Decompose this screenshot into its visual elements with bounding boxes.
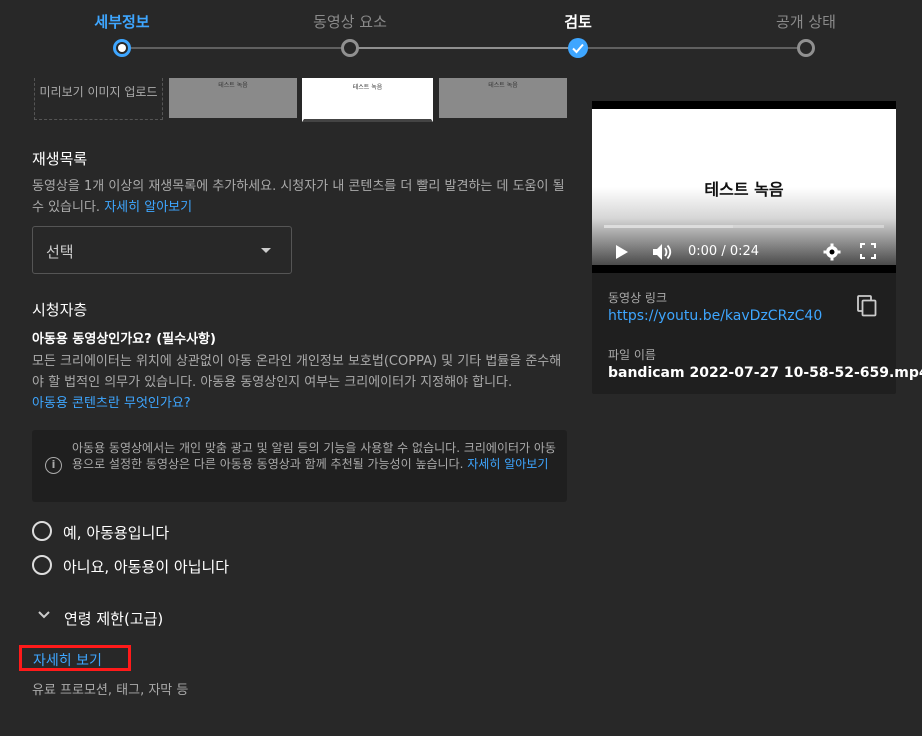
step-video-elements-dot: [341, 39, 359, 57]
radio-button-no[interactable]: [32, 555, 52, 575]
video-progress-bar[interactable]: [604, 225, 884, 228]
thumbnail-option[interactable]: 테스트 녹음: [169, 78, 297, 118]
info-icon: i: [45, 457, 62, 474]
step-visibility-dot: [797, 39, 815, 57]
video-link-label: 동영상 링크: [608, 291, 668, 305]
step-details-dot: [113, 39, 131, 57]
stepper-line: [578, 47, 806, 49]
playlist-select[interactable]: 선택: [32, 226, 292, 274]
made-for-kids-yes-label: 예, 아동용입니다: [63, 524, 170, 542]
step-checks[interactable]: 검토: [498, 0, 658, 58]
stepper-line: [122, 47, 350, 49]
thumbnail-option[interactable]: 테스트 녹음: [439, 78, 567, 118]
copy-icon[interactable]: [857, 295, 877, 317]
step-checks-dot: [568, 38, 588, 58]
playlist-description: 동영상을 1개 이상의 재생목록에 추가하세요. 시청자가 내 콘텐츠를 더 빨…: [32, 176, 566, 218]
video-link-url[interactable]: https://youtu.be/kavDzCRzC40: [608, 308, 822, 324]
kids-info-text: 아동용 동영상에서는 개인 맞춤 광고 및 알림 등의 기능을 사용할 수 없습…: [72, 440, 557, 472]
video-player[interactable]: 테스트 녹음 0:00 / 0:24: [592, 101, 896, 273]
kids-content-link[interactable]: 아동용 콘텐츠란 무엇인가요?: [32, 396, 191, 411]
radio-button-yes[interactable]: [32, 521, 52, 541]
age-restriction-label: 연령 제한(고급): [64, 610, 164, 628]
step-checks-label: 검토: [564, 13, 592, 31]
checkmark-icon: [572, 43, 584, 54]
file-name-value: bandicam 2022-07-27 10-58-52-659.mp4: [608, 365, 922, 381]
upload-stepper: 세부정보 동영상 요소 검토 공개 상태: [0, 0, 922, 64]
audience-question: 아동용 동영상인가요? (필수사항): [32, 332, 216, 347]
fullscreen-icon[interactable]: [860, 243, 876, 259]
show-more-description: 유료 프로모션, 태그, 자막 등: [32, 683, 189, 698]
step-video-elements-label: 동영상 요소: [313, 13, 387, 31]
audience-description-text: 모든 크리에이터는 위치에 상관없이 아동 온라인 개인정보 보호법(COPPA…: [32, 354, 562, 390]
kids-info-box: i 아동용 동영상에서는 개인 맞춤 광고 및 알림 등의 기능을 사용할 수 …: [32, 430, 567, 502]
step-visibility[interactable]: 공개 상태: [726, 0, 886, 57]
step-details-label: 세부정보: [94, 13, 150, 31]
chevron-down-icon: [38, 611, 50, 619]
playlist-learn-more-link[interactable]: 자세히 알아보기: [104, 200, 192, 215]
thumbnail-upload-button[interactable]: 미리보기 이미지 업로드: [34, 78, 163, 120]
show-more-label: 자세히 보기: [33, 653, 102, 669]
playlist-heading: 재생목록: [32, 150, 88, 168]
volume-icon[interactable]: [652, 243, 674, 261]
video-progress-fill: [604, 225, 733, 228]
video-frame-title: 테스트 녹음: [704, 180, 784, 199]
video-frame: 테스트 녹음: [592, 109, 896, 265]
play-icon[interactable]: [614, 243, 630, 261]
show-more-button[interactable]: 자세히 보기: [19, 645, 131, 671]
dropdown-arrow-icon: [261, 248, 271, 253]
step-video-elements[interactable]: 동영상 요소: [270, 0, 430, 57]
thumbnail-option-selected[interactable]: 테스트 녹음: [302, 78, 433, 122]
kids-info-learn-more-link[interactable]: 자세히 알아보기: [467, 457, 548, 471]
playlist-select-value: 선택: [46, 243, 74, 261]
file-name-label: 파일 이름: [608, 348, 656, 362]
audience-description: 모든 크리에이터는 위치에 상관없이 아동 온라인 개인정보 보호법(COPPA…: [32, 351, 566, 414]
stepper-line: [350, 47, 578, 49]
video-time: 0:00 / 0:24: [688, 244, 760, 259]
step-details[interactable]: 세부정보: [42, 0, 202, 57]
step-visibility-label: 공개 상태: [776, 13, 836, 31]
made-for-kids-no-label: 아니요, 아동용이 아닙니다: [63, 558, 230, 576]
video-preview-card: 테스트 녹음 0:00 / 0:24 동영상 링크 https://youtu.…: [592, 101, 922, 394]
settings-gear-icon[interactable]: [823, 243, 841, 261]
audience-heading: 시청자층: [32, 301, 88, 319]
